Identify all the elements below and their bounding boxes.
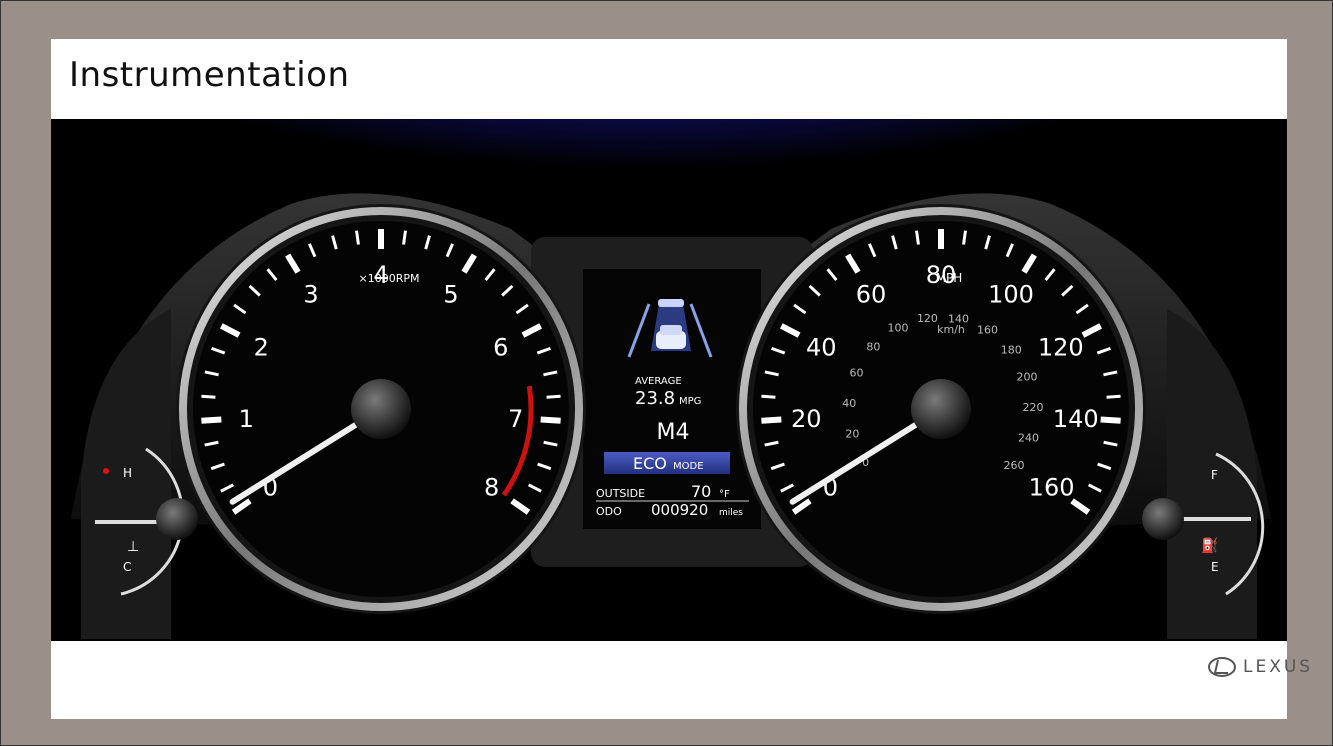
coolant-icon: ⊥ <box>127 539 139 555</box>
tach-number: 5 <box>443 281 458 309</box>
fuel-empty-label: E <box>1211 560 1219 574</box>
tach-number: 7 <box>508 405 523 433</box>
mpg-unit: MPG <box>679 396 701 407</box>
tach-number: 1 <box>239 405 254 433</box>
fuel-full-label: F <box>1211 468 1218 482</box>
speedo-hub <box>911 379 971 439</box>
kmh-number: 40 <box>842 397 856 410</box>
kmh-number: 240 <box>1018 432 1039 445</box>
outside-label: OUTSIDE <box>596 487 645 500</box>
slide-frame: Instrumentation 0 1 2 3 4 5 6 7 8 ×1000R… <box>0 0 1333 746</box>
kmh-number: 20 <box>845 428 859 441</box>
tach-number: 8 <box>484 473 499 501</box>
gear-indicator: M4 <box>657 420 690 445</box>
mph-tick <box>1100 416 1121 424</box>
odo-unit: miles <box>719 508 743 518</box>
kmh-number: 200 <box>1017 370 1038 383</box>
mph-number: 60 <box>856 281 887 309</box>
slide: Instrumentation 0 1 2 3 4 5 6 7 8 ×1000R… <box>51 39 1310 719</box>
kmh-unit-label: km/h <box>937 323 965 336</box>
kmh-number: 260 <box>1004 459 1025 472</box>
tach-tick <box>540 416 561 424</box>
tach-tick <box>402 230 407 245</box>
odo-label: ODO <box>596 505 622 518</box>
tach-number: 3 <box>303 281 318 309</box>
lexus-wordmark: LEXUS <box>1243 657 1314 677</box>
mpg-value: 23.8 <box>635 388 675 409</box>
mph-number: 100 <box>988 281 1034 309</box>
average-label: AVERAGE <box>635 376 682 387</box>
tach-tick <box>201 394 216 399</box>
eco-mode-band <box>604 452 730 474</box>
tach-number: 6 <box>493 334 508 362</box>
mph-number: 40 <box>806 334 837 362</box>
tach-hub <box>351 379 411 439</box>
temp-hub <box>156 498 198 540</box>
eco-mode-sub: MODE <box>673 461 704 472</box>
outside-temp-unit: °F <box>719 489 730 500</box>
fuel-pump-icon: ⛽ <box>1201 537 1218 554</box>
mph-number: 120 <box>1038 334 1084 362</box>
mph-tick <box>1106 394 1121 399</box>
kmh-number: 100 <box>887 322 908 335</box>
lexus-emblem-icon <box>1208 657 1236 677</box>
mph-tick <box>915 230 920 245</box>
tach-tick <box>546 394 561 399</box>
slide-title: Instrumentation <box>69 55 350 95</box>
kmh-number: 80 <box>866 341 880 354</box>
mph-tick <box>962 230 967 245</box>
eco-label: ECO <box>633 454 667 473</box>
temp-high-label: H <box>123 466 132 480</box>
kmh-number: 220 <box>1022 401 1043 414</box>
outside-temp-value: 70 <box>691 482 711 501</box>
tach-tick <box>355 230 360 245</box>
temp-low-label: C <box>123 560 131 574</box>
instrument-cluster-photo: 012345678 ×1000RPM 0 20 40 60 80 100 120 140 160… <box>51 119 1287 641</box>
tach-tick <box>201 416 222 424</box>
tach-number: 2 <box>254 334 269 362</box>
kmh-number: 60 <box>849 367 863 380</box>
mph-tick <box>761 394 776 399</box>
fuel-hub <box>1142 498 1184 540</box>
mph-unit-label: MPH <box>936 271 963 285</box>
kmh-number: 180 <box>1001 344 1022 357</box>
kmh-number: 160 <box>977 324 998 337</box>
kmh-number: 120 <box>917 312 938 325</box>
mph-number: 160 <box>1029 473 1075 501</box>
mph-tick <box>761 416 782 424</box>
tach-unit-label: ×1000RPM <box>359 272 420 285</box>
lexus-logo: LEXUS <box>1207 652 1313 682</box>
mph-number: 20 <box>791 405 822 433</box>
odo-value: 000920 <box>651 501 708 519</box>
mph-number: 140 <box>1053 405 1099 433</box>
